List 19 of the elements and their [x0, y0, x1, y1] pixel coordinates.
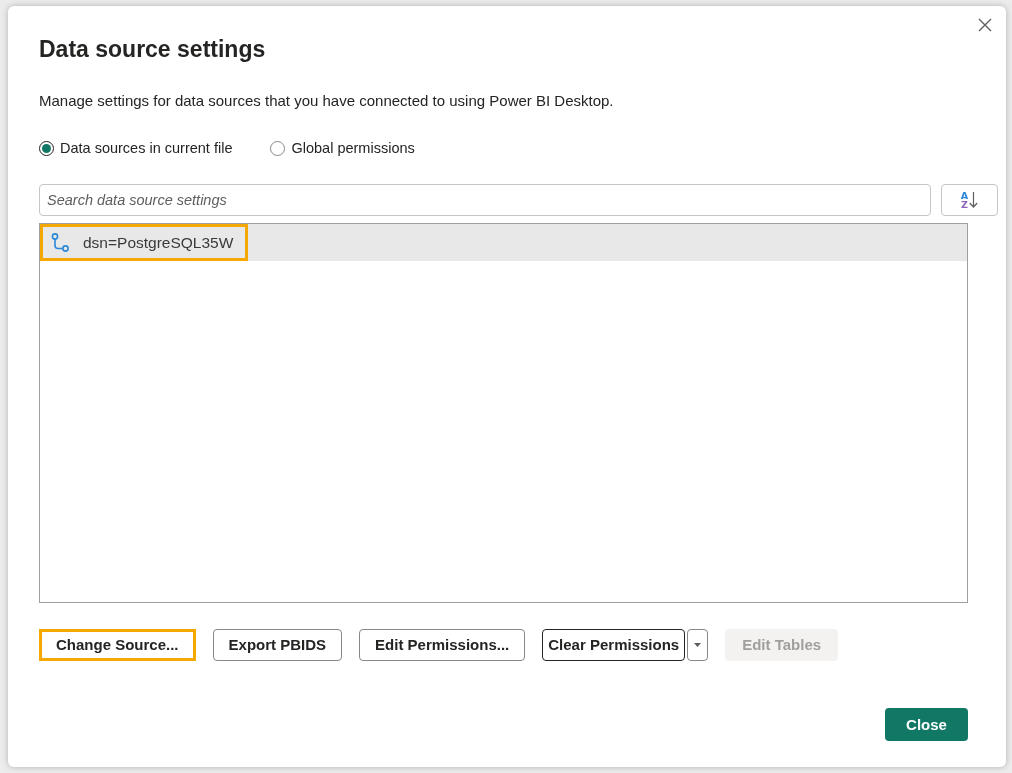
close-button[interactable] — [976, 16, 994, 34]
search-field[interactable]: Search data source settings — [39, 184, 931, 216]
data-source-row[interactable]: dsn=PostgreSQL35W — [40, 224, 967, 261]
dialog-title: Data source settings — [39, 36, 266, 62]
close-icon — [978, 18, 992, 32]
description-text: Manage settings for data sources that you have connected to using Power BI Desktop. — [39, 91, 615, 111]
scope-radio[interactable]: Data sources in current file — [39, 138, 233, 158]
dropdown-button[interactable] — [687, 628, 709, 661]
action-button[interactable]: Change Source... — [39, 628, 196, 661]
sort-button[interactable]: A Z — [941, 184, 998, 216]
action-button[interactable]: Clear Permissions — [542, 628, 686, 661]
scope-radio[interactable]: Global permissions — [270, 138, 415, 158]
action-button[interactable]: Edit Permissions... — [359, 628, 526, 661]
close-button[interactable]: Close — [885, 708, 968, 741]
down-arrow-icon — [969, 192, 979, 208]
data-source-name: dsn=PostgreSQL35W — [83, 233, 234, 252]
action-button[interactable]: Export PBIDS — [212, 628, 343, 661]
caret-icon — [694, 642, 702, 647]
connection-icon — [51, 232, 69, 253]
